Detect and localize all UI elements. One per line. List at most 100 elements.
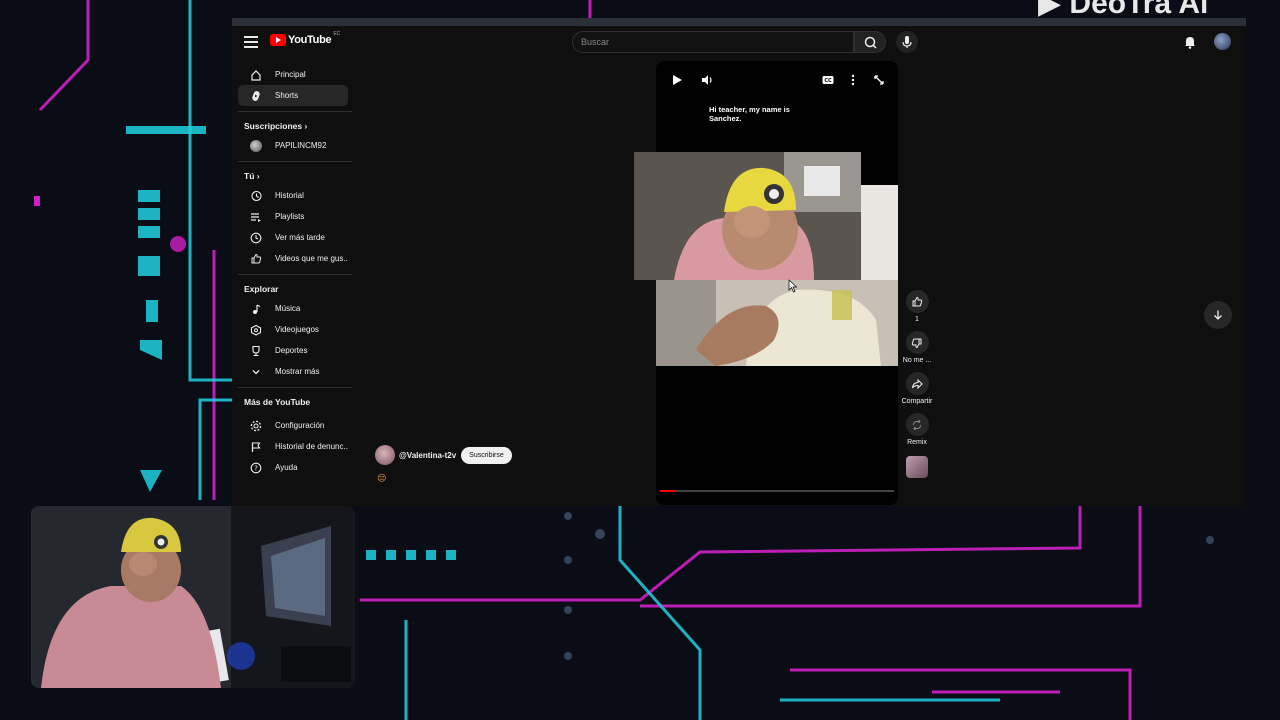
sidebar-item-show-more[interactable]: Mostrar más: [238, 361, 348, 382]
volume-icon: [702, 75, 712, 85]
like-button[interactable]: [905, 290, 929, 313]
play-button[interactable]: [670, 73, 684, 87]
sidebar-item-videojuegos[interactable]: Videojuegos: [238, 319, 348, 340]
share-icon: [912, 378, 923, 389]
thumbs-down-icon: [911, 338, 922, 348]
channel-avatar[interactable]: [375, 445, 395, 465]
sidebar-item-papilincm92[interactable]: PAPILINCM92: [238, 135, 348, 156]
sidebar-item-label: Historial: [275, 191, 304, 200]
channel-info: @Valentina-t2v Suscribirse: [375, 445, 512, 465]
shorts-player[interactable]: CC Hi teacher, my name is Sanchez.: [634, 61, 898, 505]
explore-heading: Explorar: [244, 284, 279, 294]
bell-icon: [1185, 37, 1195, 49]
sidebar-item-configuracion[interactable]: Configuración: [238, 415, 348, 436]
sidebar-item-principal[interactable]: Principal: [238, 64, 348, 85]
video-progress-bar[interactable]: [660, 490, 894, 492]
notifications-button[interactable]: [1182, 34, 1198, 50]
subscribe-button[interactable]: Suscribirse: [461, 446, 512, 464]
sidebar-item-label: PAPILINCM92: [275, 141, 327, 150]
fullscreen-icon: [874, 75, 884, 85]
youtube-logo[interactable]: YouTube EC: [270, 31, 341, 46]
volume-button[interactable]: [700, 73, 714, 87]
subscriptions-heading[interactable]: Suscripciones ›: [232, 112, 354, 135]
sidebar-item-musica[interactable]: Música: [238, 298, 348, 319]
audio-thumbnail[interactable]: [898, 454, 936, 478]
sidebar-item-label: Ver más tarde: [275, 233, 325, 242]
account-avatar[interactable]: [1214, 33, 1231, 50]
sidebar-item-liked-videos[interactable]: Videos que me gus...: [238, 248, 348, 269]
search-icon: [864, 36, 877, 49]
like-action[interactable]: 1: [898, 290, 936, 323]
next-short-button[interactable]: [1204, 301, 1232, 329]
history-icon: [250, 190, 262, 202]
sidebar-item-playlists[interactable]: Playlists: [238, 206, 348, 227]
flag-icon: [250, 441, 262, 453]
channel-avatar: [250, 139, 262, 152]
video-frame-wall: [861, 185, 898, 280]
sidebar-item-label: Shorts: [275, 91, 299, 100]
more-vert-icon: [851, 74, 855, 86]
dislike-button[interactable]: [905, 331, 929, 354]
chevron-down-icon: [250, 366, 262, 378]
sidebar-item-ver-mas-tarde[interactable]: Ver más tarde: [238, 227, 348, 248]
playlist-icon: [250, 211, 262, 223]
more-heading: Más de YouTube: [244, 397, 311, 407]
menu-icon[interactable]: [244, 36, 258, 48]
search-input[interactable]: Buscar: [572, 31, 854, 53]
you-heading[interactable]: Tú ›: [232, 162, 354, 185]
voice-search-button[interactable]: [896, 31, 918, 53]
sidebar-item-historial[interactable]: Historial: [238, 185, 348, 206]
youtube-play-logo-icon: [270, 34, 286, 46]
shorts-icon: [250, 90, 262, 102]
video-title-emoji: 😔: [377, 473, 387, 483]
gear-icon: [250, 420, 262, 432]
dislike-action[interactable]: No me ...: [898, 331, 936, 364]
sidebar-item-label: Música: [275, 304, 301, 313]
video-progress-fill: [660, 490, 677, 492]
svg-text:CC: CC: [824, 78, 832, 84]
sound-thumbnail[interactable]: [906, 456, 928, 478]
like-icon: [250, 253, 262, 265]
channel-name[interactable]: @Valentina-t2v: [399, 451, 456, 460]
like-count: 1: [915, 316, 919, 323]
masthead: YouTube EC Buscar: [232, 26, 1246, 60]
sidebar-item-label: Principal: [275, 70, 306, 79]
clock-icon: [250, 232, 262, 244]
gamepad-icon: [250, 324, 262, 336]
sidebar-item-deportes[interactable]: Deportes: [238, 340, 348, 361]
fullscreen-button[interactable]: [872, 73, 886, 87]
sidebar-item-label: Mostrar más: [275, 367, 320, 376]
arrow-down-icon: [1214, 310, 1222, 320]
captions-button[interactable]: CC: [821, 73, 835, 87]
youtube-window: YouTube EC Buscar Principal Shorts Suscr…: [232, 18, 1246, 506]
sidebar-item-ayuda[interactable]: ? Ayuda: [238, 457, 348, 478]
share-action[interactable]: Compartir: [898, 372, 936, 405]
sidebar: Principal Shorts Suscripciones › PAPILIN…: [232, 60, 354, 506]
mouse-cursor-icon: [788, 279, 798, 293]
microphone-icon: [902, 36, 912, 48]
sidebar-item-label: Configuración: [275, 421, 325, 430]
country-code: EC: [333, 31, 341, 37]
search-button[interactable]: [854, 31, 886, 53]
home-icon: [250, 69, 262, 81]
more-options-button[interactable]: [846, 73, 860, 87]
shorts-actions: 1 No me ... Compartir Remix: [898, 290, 936, 486]
remix-icon: [913, 419, 921, 430]
sidebar-item-report-history[interactable]: Historial de denunc...: [238, 436, 348, 457]
video-caption: Hi teacher, my name is Sanchez.: [709, 105, 790, 123]
webcam-overlay: [31, 506, 355, 688]
video-frame-top: [634, 152, 861, 280]
play-icon: [673, 75, 682, 85]
help-icon: ?: [250, 462, 262, 474]
remix-action[interactable]: Remix: [898, 413, 936, 446]
video-frame-bottom: [656, 280, 898, 366]
svg-text:?: ?: [254, 464, 258, 472]
remix-label: Remix: [907, 439, 927, 446]
share-button[interactable]: [905, 372, 929, 395]
sidebar-item-shorts[interactable]: Shorts: [238, 85, 348, 106]
sidebar-item-label: Playlists: [275, 212, 305, 221]
remix-button[interactable]: [905, 413, 929, 436]
captions-icon: CC: [822, 76, 834, 84]
sidebar-item-label: Ayuda: [275, 463, 298, 472]
sidebar-item-label: Deportes: [275, 346, 308, 355]
